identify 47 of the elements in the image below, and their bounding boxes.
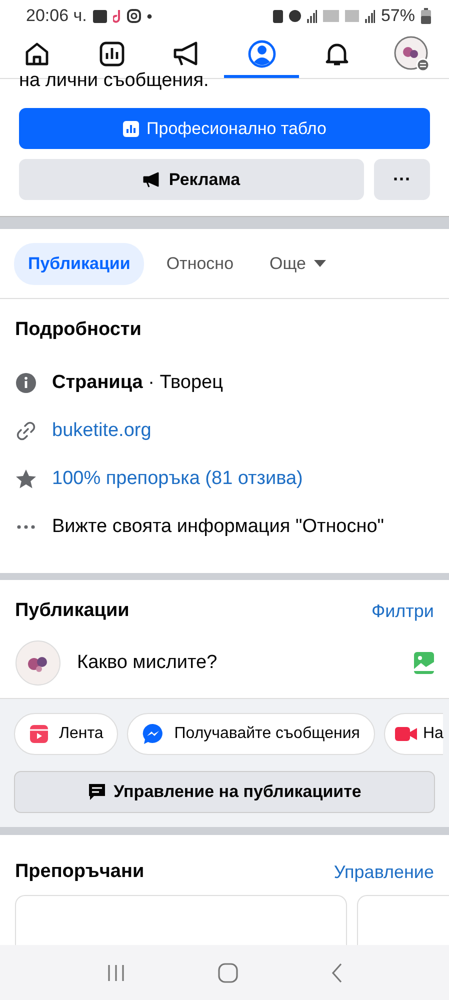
website-link[interactable]: buketite.org bbox=[52, 420, 152, 442]
megaphone-icon bbox=[142, 172, 161, 188]
section-title: Препоръчани bbox=[15, 861, 144, 883]
info-icon bbox=[15, 372, 37, 394]
section-title: Подробности bbox=[15, 319, 142, 341]
message-icon bbox=[88, 783, 106, 801]
bar-chart-icon bbox=[122, 120, 139, 136]
detail-text[interactable]: Вижте своята информация "Относно" bbox=[52, 516, 384, 538]
action-chip[interactable]: Лента bbox=[14, 713, 118, 755]
profile-tab[interactable]: Още bbox=[256, 243, 340, 285]
status-time: 20:06 ч. bbox=[26, 6, 87, 26]
advertise-button[interactable]: Реклама bbox=[19, 159, 364, 200]
signal-icon bbox=[364, 9, 375, 23]
action-chip[interactable]: Получавайте съобщения bbox=[127, 713, 375, 755]
star-icon bbox=[15, 468, 37, 490]
detail-text: Страница · Творец bbox=[52, 372, 223, 394]
bar-chart-icon bbox=[98, 40, 126, 68]
recent-apps-icon[interactable] bbox=[106, 964, 124, 980]
action-chip[interactable]: На bbox=[384, 713, 444, 755]
back-icon[interactable] bbox=[330, 962, 342, 982]
manage-link[interactable]: Управление bbox=[334, 862, 434, 882]
rating-link[interactable]: 100% препоръка (81 отзива) bbox=[52, 468, 303, 490]
reel-icon bbox=[29, 724, 49, 744]
more-button[interactable]: ··· bbox=[374, 159, 430, 200]
battery-icon bbox=[421, 8, 431, 24]
manage-posts-button[interactable]: Управление на публикациите bbox=[14, 771, 435, 813]
page-avatar-icon bbox=[15, 640, 61, 686]
battery-percent: 57% bbox=[380, 6, 415, 26]
profile-icon bbox=[246, 38, 277, 68]
link-icon bbox=[15, 420, 37, 442]
video-camera-icon bbox=[394, 726, 417, 742]
professional-dashboard-button[interactable]: Професионално табло bbox=[19, 108, 430, 149]
camera-icon bbox=[126, 9, 141, 23]
caret-icon bbox=[314, 260, 326, 268]
home-button-icon[interactable] bbox=[218, 962, 238, 982]
profile-tab[interactable]: Относно bbox=[152, 243, 248, 285]
composer-field[interactable]: Какво мислите? bbox=[77, 652, 398, 674]
messenger-icon bbox=[142, 723, 164, 745]
note-icon bbox=[112, 9, 121, 23]
dot-icon bbox=[146, 14, 152, 18]
signal-icon bbox=[306, 9, 317, 23]
section-title: Публикации bbox=[15, 600, 130, 622]
more-icon bbox=[15, 524, 37, 530]
profile-tab[interactable]: Публикации bbox=[14, 243, 144, 285]
avatar-icon bbox=[394, 36, 430, 72]
filters-link[interactable]: Филтри bbox=[371, 600, 434, 622]
description-text: на лични съобщения. bbox=[19, 71, 210, 91]
